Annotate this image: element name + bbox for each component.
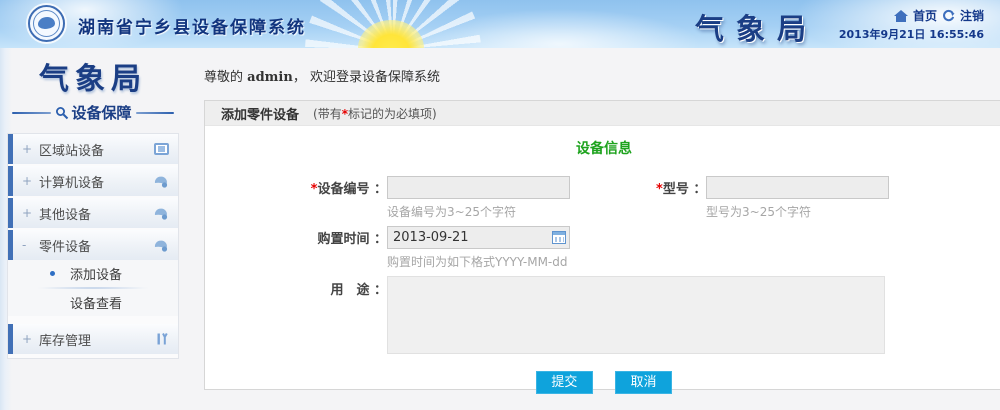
mouse-icon — [153, 206, 169, 220]
model-input[interactable] — [706, 176, 889, 199]
welcome-prefix: 尊敬的 — [204, 70, 243, 85]
tools-icon — [155, 332, 169, 346]
sidebar-item-label: 库存管理 — [39, 330, 91, 349]
divider-line — [12, 112, 51, 114]
expand-plus-icon: + — [22, 206, 30, 220]
collapse-minus-icon: - — [22, 238, 30, 252]
monitor-icon — [154, 143, 169, 155]
main-content: 尊敬的 admin， 欢迎登录设备保障系统 添加零件设备 (带有*标记的为必填项… — [186, 48, 1000, 410]
device-no-input[interactable] — [387, 176, 570, 199]
required-note: (带有*标记的为必填项) — [313, 105, 437, 122]
submenu-item-view-device[interactable]: 设备查看 — [8, 289, 178, 316]
mouse-icon — [153, 238, 169, 252]
sidebar-item-label: 计算机设备 — [39, 172, 104, 191]
sidebar-item-parts[interactable]: - 零件设备 — [8, 230, 178, 260]
sidebar-menu: + 区域站设备 + 计算机设备 + 其他设备 - 零件设备 — [7, 133, 179, 359]
purchase-time-help: 购置时间为如下格式YYYY-MM-dd — [387, 253, 670, 270]
sidebar-item-label: 区域站设备 — [39, 140, 104, 159]
system-title: 湖南省宁乡县设备保障系统 — [78, 13, 306, 38]
device-no-label: *设备编号 ： — [305, 178, 387, 197]
home-icon[interactable] — [894, 10, 908, 22]
expand-plus-icon: + — [22, 174, 30, 188]
logout-link[interactable]: 注销 — [960, 7, 984, 24]
page-body: 气象局 设备保障 + 区域站设备 + — [0, 48, 1000, 410]
home-link[interactable]: 首页 — [913, 7, 937, 24]
sidebar-item-other[interactable]: + 其他设备 — [8, 198, 178, 228]
add-part-panel: 添加零件设备 (带有*标记的为必填项) 设备信息 *设备编号 ： *型号 ： 设… — [204, 100, 1000, 390]
submenu-item-label: 设备查看 — [70, 293, 122, 312]
expand-plus-icon: + — [22, 332, 30, 346]
section-title: 设备信息 — [205, 138, 1000, 158]
datetime-display: 2013年9月21日 16:55:46 — [839, 26, 984, 42]
submit-button[interactable]: 提交 — [536, 371, 593, 394]
form-row-3: 用 途 ： — [305, 276, 1000, 354]
search-icon — [55, 106, 69, 120]
calendar-icon[interactable] — [552, 231, 566, 244]
sidebar: 气象局 设备保障 + 区域站设备 + — [0, 48, 186, 410]
help-row-1: 设备编号为3~25个字符 型号为3~25个字符 — [305, 203, 1000, 220]
button-row: 提交 取消 — [205, 371, 1000, 394]
expand-plus-icon: + — [22, 142, 30, 156]
mouse-icon — [153, 174, 169, 188]
purchase-time-field — [387, 226, 570, 249]
sidebar-item-label: 零件设备 — [39, 236, 91, 255]
required-star: * — [656, 182, 663, 197]
parts-submenu: 添加设备 设备查看 — [8, 260, 178, 316]
model-help: 型号为3~25个字符 — [706, 203, 811, 220]
panel-body: 设备信息 *设备编号 ： *型号 ： 设备编号为3~25个字符 型号为3~25个… — [205, 138, 1000, 394]
top-nav: 首页 注销 — [894, 7, 984, 24]
sidebar-brand-subtitle-row: 设备保障 — [12, 102, 174, 123]
divider-line — [136, 112, 175, 114]
logout-icon[interactable] — [942, 9, 955, 22]
purchase-time-label: 购置时间 ： — [305, 228, 387, 247]
sidebar-brand: 气象局 设备保障 — [0, 48, 186, 123]
bureau-title: 气象局 — [695, 6, 818, 48]
panel-header: 添加零件设备 (带有*标记的为必填项) — [205, 101, 1000, 126]
sidebar-item-inventory[interactable]: + 库存管理 — [8, 324, 178, 354]
app-header: 湖南省宁乡县设备保障系统 气象局 首页 注销 2013年9月21日 16:55:… — [0, 0, 1000, 48]
welcome-suffix: ， 欢迎登录设备保障系统 — [293, 70, 440, 85]
sidebar-item-computer[interactable]: + 计算机设备 — [8, 166, 178, 196]
sidebar-item-region-station[interactable]: + 区域站设备 — [8, 134, 178, 164]
active-bullet-icon — [50, 271, 55, 276]
meteorology-logo — [28, 5, 65, 42]
cancel-button[interactable]: 取消 — [615, 371, 672, 394]
device-no-help: 设备编号为3~25个字符 — [387, 203, 670, 220]
submenu-item-label: 添加设备 — [70, 264, 122, 283]
sidebar-brand-subtitle: 设备保障 — [72, 102, 132, 123]
usage-label: 用 途 ： — [305, 276, 387, 298]
purchase-time-input[interactable] — [387, 226, 570, 249]
welcome-username: admin — [247, 70, 293, 85]
usage-textarea[interactable] — [387, 276, 885, 354]
panel-title: 添加零件设备 — [221, 104, 299, 123]
submenu-item-add-device[interactable]: 添加设备 — [8, 260, 178, 287]
form-row-1: *设备编号 ： *型号 ： — [305, 176, 1000, 199]
sidebar-item-label: 其他设备 — [39, 204, 91, 223]
model-label: *型号 ： — [656, 178, 706, 197]
sidebar-brand-title: 气象局 — [0, 54, 186, 98]
welcome-message: 尊敬的 admin， 欢迎登录设备保障系统 — [204, 66, 1000, 85]
form-row-2: 购置时间 ： — [305, 226, 1000, 249]
help-row-2: 购置时间为如下格式YYYY-MM-dd — [305, 253, 1000, 270]
